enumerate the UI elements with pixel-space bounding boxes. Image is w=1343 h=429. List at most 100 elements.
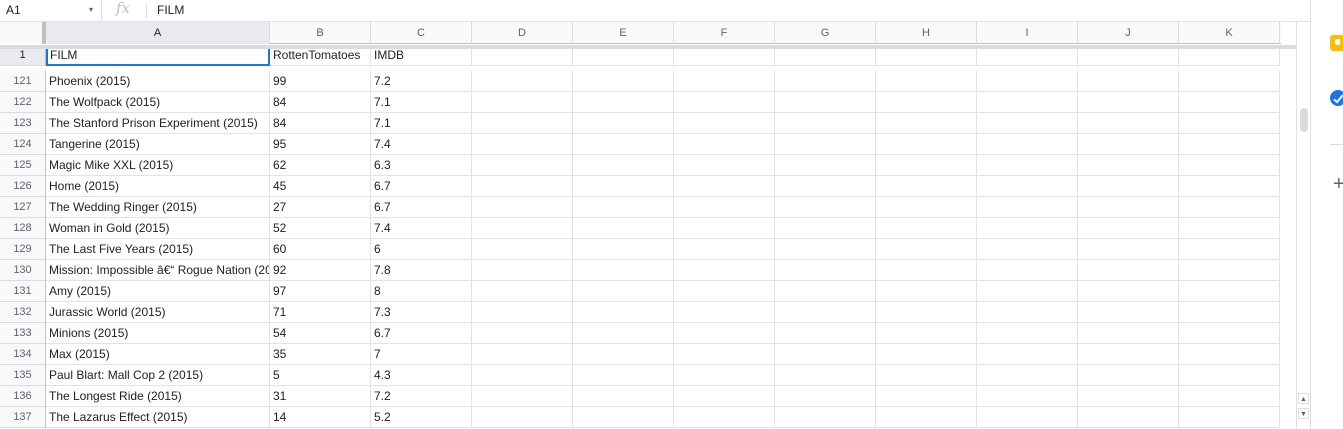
frozen-row-divider[interactable]	[0, 45, 1310, 49]
column-header-d[interactable]: D	[472, 22, 573, 44]
cell-d[interactable]	[472, 176, 573, 197]
column-header-b[interactable]: B	[270, 22, 371, 44]
cell-j[interactable]	[1078, 155, 1179, 176]
cell-e[interactable]	[573, 113, 674, 134]
cell-b[interactable]: 31	[270, 386, 371, 407]
cell-k[interactable]	[1179, 344, 1280, 365]
keep-icon[interactable]	[1330, 35, 1343, 51]
cell-j[interactable]	[1078, 71, 1179, 92]
cell-b[interactable]: 52	[270, 218, 371, 239]
cell-d[interactable]	[472, 386, 573, 407]
cell-h[interactable]	[876, 218, 977, 239]
cell-i[interactable]	[977, 134, 1078, 155]
cell-g[interactable]	[775, 365, 876, 386]
cell-k[interactable]	[1179, 92, 1280, 113]
cell-f[interactable]	[674, 407, 775, 428]
cell-i[interactable]	[977, 71, 1078, 92]
cell-a[interactable]: Jurassic World (2015)	[46, 302, 270, 323]
cell-f[interactable]	[674, 113, 775, 134]
cell-h[interactable]	[876, 302, 977, 323]
chevron-down-icon[interactable]: ▾	[89, 5, 93, 14]
formula-input[interactable]: FILM	[157, 3, 184, 17]
cell-g[interactable]	[775, 281, 876, 302]
cell-h[interactable]	[876, 176, 977, 197]
cell-g[interactable]	[775, 260, 876, 281]
cell-b[interactable]: 54	[270, 323, 371, 344]
cell-d[interactable]	[472, 302, 573, 323]
cell-e[interactable]	[573, 365, 674, 386]
cell-g[interactable]	[775, 92, 876, 113]
cell-c[interactable]: 7.1	[371, 92, 472, 113]
cell-c[interactable]: 4.3	[371, 365, 472, 386]
cell-h[interactable]	[876, 113, 977, 134]
cell-d[interactable]	[472, 134, 573, 155]
cell-f[interactable]	[674, 344, 775, 365]
cell-g[interactable]	[775, 134, 876, 155]
cell-f[interactable]	[674, 260, 775, 281]
cell-j[interactable]	[1078, 134, 1179, 155]
column-header-h[interactable]: H	[876, 22, 977, 44]
row-number[interactable]: 131	[0, 281, 46, 302]
cell-b[interactable]: 60	[270, 239, 371, 260]
cell-b[interactable]: 84	[270, 113, 371, 134]
cell-g[interactable]	[775, 155, 876, 176]
cell-d[interactable]	[472, 92, 573, 113]
cell-b[interactable]: 62	[270, 155, 371, 176]
plus-icon[interactable]: +	[1333, 174, 1343, 194]
cell-e[interactable]	[573, 134, 674, 155]
cell-i[interactable]	[977, 365, 1078, 386]
cell-f[interactable]	[674, 302, 775, 323]
name-box[interactable]: A1 ▾	[0, 0, 102, 21]
cell-j[interactable]	[1078, 92, 1179, 113]
column-header-g[interactable]: G	[775, 22, 876, 44]
cell-a[interactable]: The Lazarus Effect (2015)	[46, 407, 270, 428]
cell-c[interactable]: 7.4	[371, 134, 472, 155]
cell-f[interactable]	[674, 386, 775, 407]
cell-i[interactable]	[977, 344, 1078, 365]
cell-e[interactable]	[573, 218, 674, 239]
cell-c[interactable]: 7.4	[371, 218, 472, 239]
cell-g[interactable]	[775, 176, 876, 197]
cell-j[interactable]	[1078, 260, 1179, 281]
cell-c[interactable]: 8	[371, 281, 472, 302]
column-header-f[interactable]: F	[674, 22, 775, 44]
cell-a[interactable]: Amy (2015)	[46, 281, 270, 302]
row-number[interactable]: 137	[0, 407, 46, 428]
cell-h[interactable]	[876, 323, 977, 344]
cell-e[interactable]	[573, 302, 674, 323]
column-header-a[interactable]: A	[46, 22, 270, 44]
cell-i[interactable]	[977, 176, 1078, 197]
cell-f[interactable]	[674, 365, 775, 386]
row-number[interactable]: 129	[0, 239, 46, 260]
cell-b[interactable]: 71	[270, 302, 371, 323]
cell-d[interactable]	[472, 218, 573, 239]
cell-a[interactable]: The Wolfpack (2015)	[46, 92, 270, 113]
cell-e[interactable]	[573, 260, 674, 281]
row-number[interactable]: 134	[0, 344, 46, 365]
cell-i[interactable]	[977, 218, 1078, 239]
cell-j[interactable]	[1078, 386, 1179, 407]
cell-k[interactable]	[1179, 386, 1280, 407]
cell-k[interactable]	[1179, 365, 1280, 386]
cell-d[interactable]	[472, 365, 573, 386]
cell-j[interactable]	[1078, 302, 1179, 323]
cell-e[interactable]	[573, 323, 674, 344]
cell-f[interactable]	[674, 134, 775, 155]
cell-d[interactable]	[472, 407, 573, 428]
row-number[interactable]: 124	[0, 134, 46, 155]
cell-e[interactable]	[573, 281, 674, 302]
cell-i[interactable]	[977, 197, 1078, 218]
cell-g[interactable]	[775, 218, 876, 239]
cell-b[interactable]: 27	[270, 197, 371, 218]
cell-f[interactable]	[674, 92, 775, 113]
cell-b[interactable]: 95	[270, 134, 371, 155]
cell-c[interactable]: 6.3	[371, 155, 472, 176]
cell-a[interactable]: Paul Blart: Mall Cop 2 (2015)	[46, 365, 270, 386]
cell-k[interactable]	[1179, 113, 1280, 134]
column-header-i[interactable]: I	[977, 22, 1078, 44]
cell-j[interactable]	[1078, 239, 1179, 260]
cell-h[interactable]	[876, 344, 977, 365]
cell-f[interactable]	[674, 281, 775, 302]
cell-d[interactable]	[472, 344, 573, 365]
cell-d[interactable]	[472, 113, 573, 134]
